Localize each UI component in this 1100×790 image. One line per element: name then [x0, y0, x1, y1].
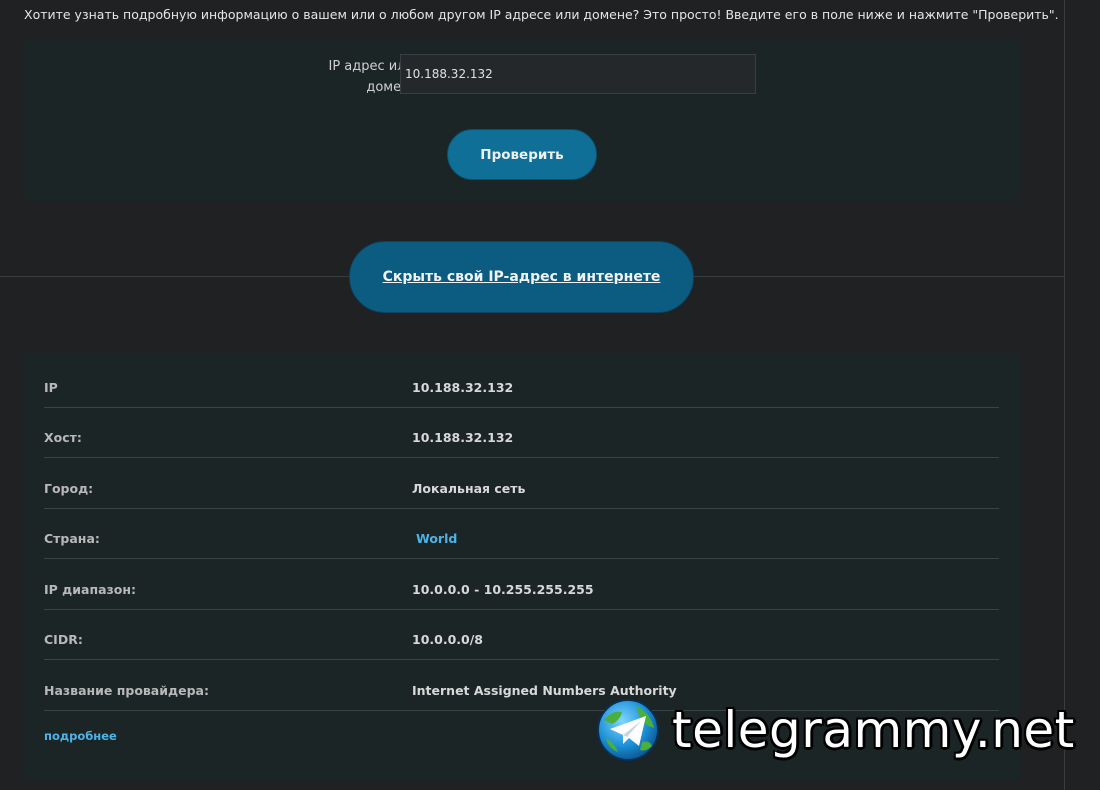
ip-lookup-form: IP адрес или домен: Проверить: [24, 39, 1019, 201]
hide-ip-button[interactable]: Скрыть свой IP-адрес в интернете: [349, 241, 694, 313]
intro-text: Хотите узнать подробную информацию о ваш…: [24, 7, 1059, 22]
info-value: 10.188.32.132: [412, 380, 514, 395]
country-link[interactable]: World: [416, 531, 457, 546]
check-button[interactable]: Проверить: [447, 129, 597, 180]
info-key: Страна:: [44, 531, 100, 546]
watermark: telegrammy.net: [596, 697, 1075, 763]
info-row-host: Хост: 10.188.32.132: [24, 408, 1019, 458]
info-key: Название провайдера:: [44, 683, 209, 698]
info-value: 10.0.0.0/8: [412, 632, 483, 647]
info-row-country: Страна: World: [24, 509, 1019, 559]
telegram-globe-icon: [597, 699, 659, 761]
info-value: Internet Assigned Numbers Authority: [412, 683, 677, 698]
row-divider: [44, 457, 999, 458]
info-key: CIDR:: [44, 632, 83, 647]
more-details-link[interactable]: подробнее: [44, 729, 117, 743]
info-key: IP диапазон:: [44, 582, 137, 597]
watermark-text: telegrammy.net: [672, 701, 1075, 759]
info-key: IP: [44, 380, 58, 395]
info-row-ip: IP 10.188.32.132: [24, 358, 1019, 408]
info-value: 10.0.0.0 - 10.255.255.255: [412, 582, 594, 597]
row-divider: [44, 558, 999, 559]
info-value: Локальная сеть: [412, 481, 526, 496]
info-row-cidr: CIDR: 10.0.0.0/8: [24, 610, 1019, 660]
row-divider: [44, 659, 999, 660]
right-divider: [1064, 0, 1065, 790]
ip-input[interactable]: [400, 54, 756, 94]
info-value: 10.188.32.132: [412, 430, 514, 445]
ip-input-label: IP адрес или домен:: [328, 59, 415, 95]
info-row-city: Город: Локальная сеть: [24, 459, 1019, 509]
info-row-ip-range: IP диапазон: 10.0.0.0 - 10.255.255.255: [24, 560, 1019, 610]
info-key: Хост:: [44, 430, 82, 445]
info-key: Город:: [44, 481, 94, 496]
